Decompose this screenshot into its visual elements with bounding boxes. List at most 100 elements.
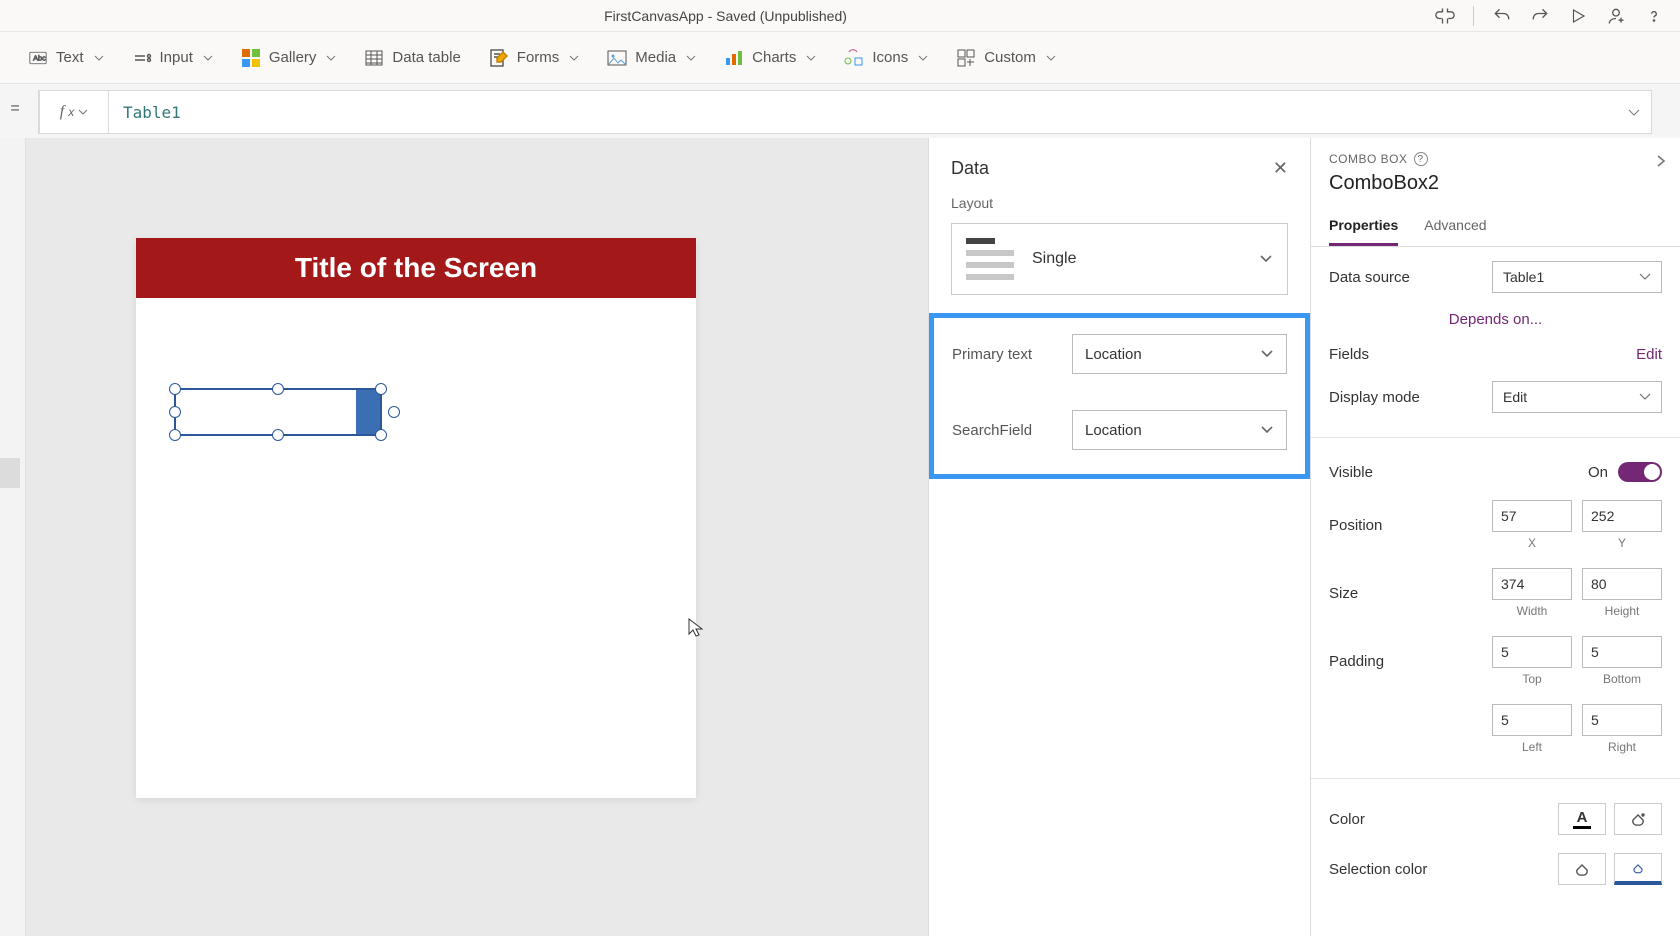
- ribbon-gallery[interactable]: Gallery: [241, 48, 337, 68]
- resize-handle[interactable]: [272, 429, 284, 441]
- properties-panel: COMBO BOX ? ComboBox2 Properties Advance…: [1310, 138, 1680, 936]
- padding-left-input[interactable]: 5: [1492, 704, 1572, 736]
- undo-icon[interactable]: [1492, 6, 1512, 26]
- custom-icon: [956, 48, 976, 68]
- ribbon-label: Input: [160, 49, 193, 66]
- ribbon-charts[interactable]: Charts: [724, 48, 816, 68]
- charts-icon: [724, 48, 744, 68]
- position-x-input[interactable]: 57: [1492, 500, 1572, 532]
- resize-handle[interactable]: [169, 406, 181, 418]
- padding-bottom-input[interactable]: 5: [1582, 636, 1662, 668]
- control-name: ComboBox2: [1329, 172, 1662, 195]
- searchfield-select[interactable]: Location: [1072, 410, 1287, 450]
- padding-right-input[interactable]: 5: [1582, 704, 1662, 736]
- separator: [1473, 6, 1474, 26]
- ribbon-custom[interactable]: Custom: [956, 48, 1056, 68]
- ribbon-text[interactable]: Abc Text: [28, 48, 104, 68]
- y-sublabel: Y: [1618, 536, 1626, 550]
- ribbon-forms[interactable]: Forms: [489, 48, 580, 68]
- layout-label: Layout: [929, 189, 1310, 217]
- control-type-text: COMBO BOX: [1329, 152, 1408, 166]
- color-label: Color: [1329, 811, 1365, 828]
- workspace: Title of the Screen Data ✕ Layout: [0, 138, 1680, 936]
- formula-input[interactable]: Table1: [109, 91, 1617, 133]
- play-icon[interactable]: [1568, 6, 1588, 26]
- ribbon-icons[interactable]: Icons: [844, 48, 928, 68]
- visible-toggle[interactable]: [1618, 462, 1662, 482]
- canvas-area[interactable]: Title of the Screen: [26, 138, 928, 936]
- redo-icon[interactable]: [1530, 6, 1550, 26]
- chevron-right-icon[interactable]: [1654, 154, 1668, 168]
- primary-text-label: Primary text: [952, 346, 1058, 363]
- ribbon-datatable[interactable]: Data table: [364, 48, 460, 68]
- combobox-chevron[interactable]: [356, 390, 380, 434]
- height-input[interactable]: 80: [1582, 568, 1662, 600]
- chevron-down-icon: [1259, 252, 1273, 266]
- selected-combobox[interactable]: [174, 388, 382, 436]
- resize-handle[interactable]: [169, 383, 181, 395]
- resize-handle[interactable]: [375, 383, 387, 395]
- chevron-down-icon: [94, 53, 104, 63]
- data-source-value: Table1: [1503, 269, 1544, 285]
- position-y-input[interactable]: 252: [1582, 500, 1662, 532]
- text-icon: Abc: [28, 48, 48, 68]
- ribbon-label: Text: [56, 49, 84, 66]
- position-label: Position: [1329, 517, 1382, 534]
- help-icon[interactable]: ?: [1414, 152, 1428, 166]
- control-type: COMBO BOX ?: [1329, 152, 1662, 166]
- data-source-select[interactable]: Table1: [1492, 261, 1662, 293]
- right-sublabel: Right: [1608, 740, 1636, 754]
- left-sublabel: Left: [1522, 740, 1542, 754]
- font-color-chip[interactable]: A: [1558, 803, 1606, 835]
- fields-edit-link[interactable]: Edit: [1636, 346, 1662, 363]
- x-sublabel: X: [1528, 536, 1536, 550]
- tab-properties[interactable]: Properties: [1329, 209, 1398, 246]
- padding-label: Padding: [1329, 653, 1384, 670]
- highlighted-fields: Primary text Location SearchField Locati…: [929, 313, 1310, 479]
- tab-advanced[interactable]: Advanced: [1424, 209, 1486, 246]
- primary-text-select[interactable]: Location: [1072, 334, 1287, 374]
- resize-handle[interactable]: [388, 406, 400, 418]
- ribbon-label: Gallery: [269, 49, 317, 66]
- selection-fill-color-chip[interactable]: [1614, 853, 1662, 885]
- media-icon: [607, 48, 627, 68]
- ribbon-label: Media: [635, 49, 676, 66]
- bottom-sublabel: Bottom: [1603, 672, 1641, 686]
- chevron-down-icon: [806, 53, 816, 63]
- top-sublabel: Top: [1522, 672, 1541, 686]
- display-mode-select[interactable]: Edit: [1492, 381, 1662, 413]
- depends-on-link[interactable]: Depends on...: [1329, 311, 1662, 328]
- icons-icon: [844, 48, 864, 68]
- fields-label: Fields: [1329, 346, 1369, 363]
- resize-handle[interactable]: [375, 429, 387, 441]
- padding-top-input[interactable]: 5: [1492, 636, 1572, 668]
- screen-title: Title of the Screen: [136, 238, 696, 298]
- selection-font-color-chip[interactable]: [1558, 853, 1606, 885]
- resize-handle[interactable]: [169, 429, 181, 441]
- formula-equals: =: [0, 100, 30, 118]
- ribbon-media[interactable]: Media: [607, 48, 696, 68]
- data-source-label: Data source: [1329, 269, 1410, 286]
- close-icon[interactable]: ✕: [1273, 158, 1288, 179]
- rail-tab[interactable]: [0, 458, 20, 488]
- fx-dropdown[interactable]: fx: [39, 91, 109, 133]
- canvas-screen: Title of the Screen: [136, 238, 696, 798]
- chevron-down-icon: [1639, 271, 1651, 283]
- ribbon-label: Charts: [752, 49, 796, 66]
- chevron-down-icon: [1260, 423, 1274, 437]
- ribbon-input[interactable]: Input: [132, 48, 213, 68]
- visible-value: On: [1588, 464, 1608, 481]
- chevron-down-icon: [1046, 53, 1056, 63]
- formula-expand[interactable]: [1617, 106, 1651, 118]
- health-icon[interactable]: [1435, 6, 1455, 26]
- chevron-down-icon: [78, 107, 88, 117]
- resize-handle[interactable]: [272, 383, 284, 395]
- share-icon[interactable]: [1606, 6, 1626, 26]
- width-input[interactable]: 374: [1492, 568, 1572, 600]
- gallery-icon: [241, 48, 261, 68]
- fill-color-chip[interactable]: [1614, 803, 1662, 835]
- chevron-down-icon: [1639, 391, 1651, 403]
- help-icon[interactable]: [1644, 6, 1664, 26]
- layout-selector[interactable]: Single: [951, 223, 1288, 295]
- ribbon-label: Icons: [872, 49, 908, 66]
